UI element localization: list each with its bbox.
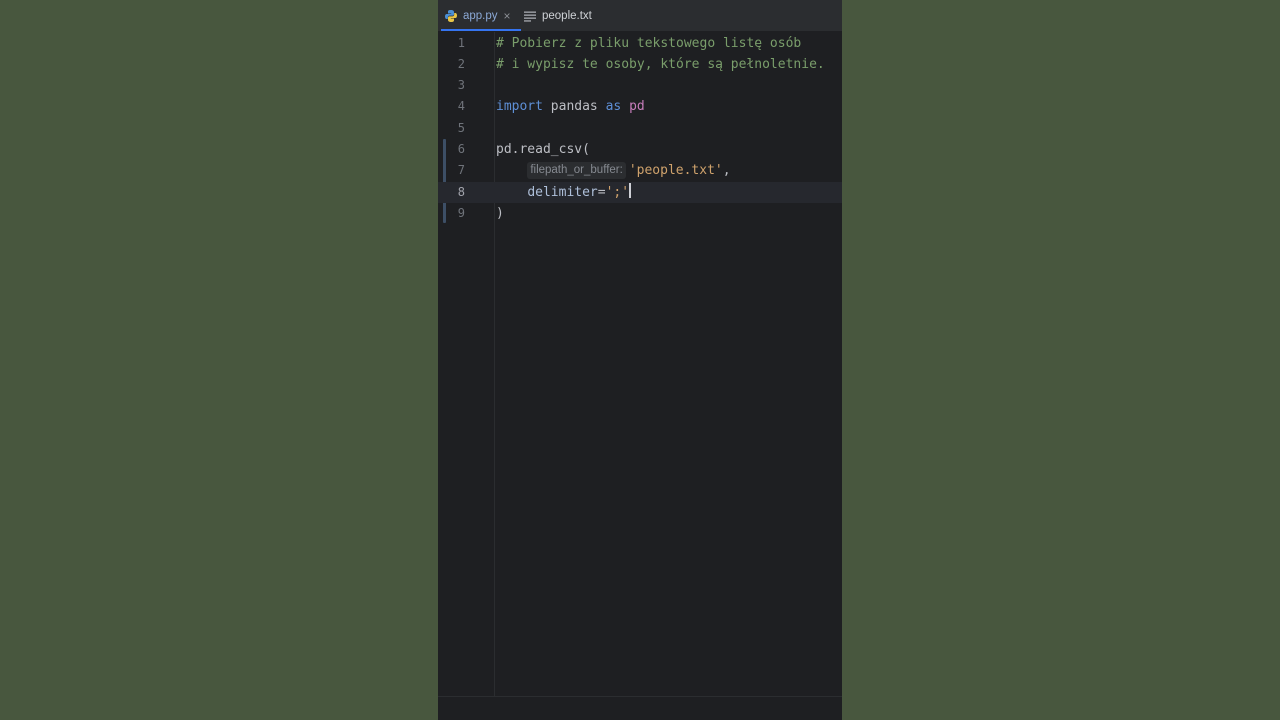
code-token: as	[605, 99, 622, 115]
tab-people-txt[interactable]: people.txt	[523, 0, 603, 31]
code-line[interactable]: 1 # Pobierz z pliku tekstowego listę osób	[438, 33, 842, 54]
line-number: 2	[457, 56, 465, 71]
code-text: # i wypisz te osoby, które są pełnoletni…	[496, 54, 825, 75]
editor-tab-bar: app.py × people.txt	[438, 0, 842, 32]
text-file-icon	[523, 10, 537, 22]
code-token: ,	[722, 163, 731, 179]
tab-label: app.py	[463, 9, 498, 22]
parameter-hint: filepath_or_buffer:	[527, 162, 626, 180]
code-token: import	[496, 99, 543, 115]
code-token: ';'	[605, 184, 630, 200]
code-token: 'people.txt'	[628, 163, 723, 179]
code-text: import pandas as pd	[496, 96, 645, 117]
code-token: pd.read_csv(	[496, 142, 590, 157]
code-text: # Pobierz z pliku tekstowego listę osób	[496, 33, 801, 54]
code-token: # Pobierz z pliku tekstowego listę osób	[496, 35, 802, 51]
line-number: 5	[457, 120, 465, 135]
line-number: 3	[457, 78, 465, 93]
code-token: pandas	[542, 99, 606, 115]
line-number: 9	[457, 205, 465, 220]
status-bar	[438, 696, 842, 720]
code-text: )	[496, 203, 504, 224]
code-editor[interactable]: 1 # Pobierz z pliku tekstowego listę osób…	[438, 32, 842, 696]
code-line[interactable]: 3	[438, 75, 842, 96]
code-text: filepath_or_buffer:'people.txt',	[496, 160, 731, 181]
python-icon	[444, 9, 458, 23]
code-line[interactable]: 6 pd.read_csv(	[438, 139, 842, 160]
code-token: =	[597, 184, 606, 200]
code-line[interactable]: 7 filepath_or_buffer:'people.txt',	[438, 160, 842, 181]
code-line[interactable]: 4 import pandas as pd	[438, 96, 842, 117]
line-number: 6	[457, 142, 465, 156]
code-token: )	[496, 205, 504, 221]
code-line[interactable]: 5	[438, 118, 842, 139]
code-token: # i wypisz te osoby, które są pełnoletni…	[496, 56, 825, 72]
code-line[interactable]: 2 # i wypisz te osoby, które są pełnoletn…	[438, 54, 842, 75]
code-text: pd.read_csv(	[496, 139, 590, 160]
code-text: delimiter=';'	[496, 182, 632, 203]
line-number: 4	[457, 99, 465, 114]
code-token: pd	[629, 99, 645, 115]
line-number: 7	[457, 163, 465, 178]
tab-label: people.txt	[542, 9, 592, 22]
line-number: 1	[457, 35, 465, 50]
code-line[interactable]: 9)	[438, 203, 842, 224]
code-token: delimiter	[527, 184, 598, 200]
text-caret	[629, 182, 632, 198]
close-icon[interactable]: ×	[504, 10, 511, 22]
line-number: 8	[457, 184, 465, 199]
code-line[interactable]: 8 delimiter=';'	[438, 181, 842, 203]
ide-window: app.py × people.txt 1 # Pobierz z pliku t…	[438, 0, 842, 720]
tab-app-py[interactable]: app.py ×	[441, 0, 521, 31]
